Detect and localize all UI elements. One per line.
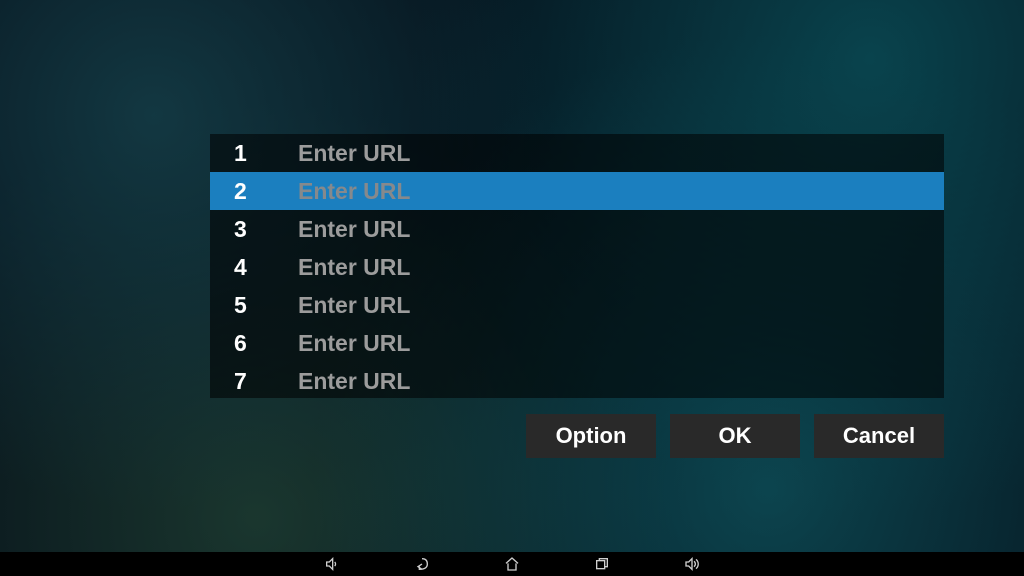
url-row-6[interactable]: 6 Enter URL <box>210 324 944 362</box>
home-icon[interactable] <box>503 555 521 573</box>
url-row-7[interactable]: 7 Enter URL <box>210 362 944 398</box>
url-row-2[interactable]: 2 Enter URL <box>210 172 944 210</box>
option-button[interactable]: Option <box>526 414 656 458</box>
url-row-placeholder: Enter URL <box>298 254 410 281</box>
url-row-4[interactable]: 4 Enter URL <box>210 248 944 286</box>
url-row-index: 5 <box>234 292 298 319</box>
url-entry-dialog: 1 Enter URL 2 Enter URL 3 Enter URL 4 En… <box>210 134 944 458</box>
recent-apps-icon[interactable] <box>593 555 611 573</box>
url-row-index: 2 <box>234 178 298 205</box>
url-row-placeholder: Enter URL <box>298 178 410 205</box>
url-row-placeholder: Enter URL <box>298 330 410 357</box>
ok-button[interactable]: OK <box>670 414 800 458</box>
cancel-button[interactable]: Cancel <box>814 414 944 458</box>
back-icon[interactable] <box>413 555 431 573</box>
url-row-index: 6 <box>234 330 298 357</box>
url-row-3[interactable]: 3 Enter URL <box>210 210 944 248</box>
url-row-index: 3 <box>234 216 298 243</box>
volume-up-icon[interactable] <box>683 555 701 573</box>
url-row-5[interactable]: 5 Enter URL <box>210 286 944 324</box>
volume-down-icon[interactable] <box>323 555 341 573</box>
url-row-placeholder: Enter URL <box>298 216 410 243</box>
url-row-index: 4 <box>234 254 298 281</box>
dialog-button-bar: Option OK Cancel <box>210 414 944 458</box>
url-list: 1 Enter URL 2 Enter URL 3 Enter URL 4 En… <box>210 134 944 398</box>
url-row-1[interactable]: 1 Enter URL <box>210 134 944 172</box>
url-row-index: 1 <box>234 140 298 167</box>
url-row-placeholder: Enter URL <box>298 140 410 167</box>
url-row-placeholder: Enter URL <box>298 368 410 395</box>
url-row-placeholder: Enter URL <box>298 292 410 319</box>
url-row-index: 7 <box>234 368 298 395</box>
android-navigation-bar <box>0 552 1024 576</box>
